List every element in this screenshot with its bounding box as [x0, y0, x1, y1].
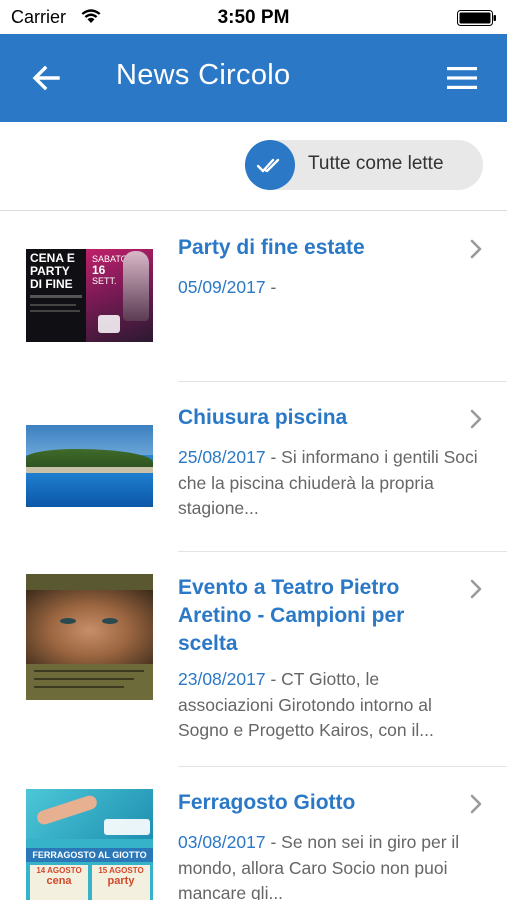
thumb-stripe [34, 670, 144, 672]
mark-all-read-label: Tutte come lette [308, 153, 444, 174]
thumb-party-box: 15 AGOSTO party [92, 865, 150, 900]
hamburger-menu-icon[interactable] [445, 64, 479, 92]
chevron-right-icon [470, 239, 482, 259]
status-bar: Carrier 3:50 PM [0, 0, 507, 34]
double-check-icon [257, 158, 280, 173]
news-summary: 25/08/2017 - Si informano i gentili Soci… [178, 445, 478, 522]
thumb-eye [60, 618, 76, 624]
news-separator: - [265, 669, 282, 689]
page-title: News Circolo [116, 59, 291, 91]
thumb-cena-box: 14 AGOSTO cena [30, 865, 88, 900]
news-date: 23/08/2017 [178, 669, 266, 689]
thumb-line-3: DI FINE [30, 277, 73, 291]
news-summary: 23/08/2017 - CT Giotto, le associazioni … [178, 667, 478, 744]
news-separator: - [265, 832, 282, 852]
mark-all-read-button[interactable]: Tutte come lette [245, 140, 483, 190]
mark-read-circle [245, 140, 295, 190]
thumb-stripe [30, 310, 80, 312]
news-separator: - [265, 277, 277, 297]
chevron-right-icon [470, 579, 482, 599]
news-summary: 03/08/2017 - Se non sei in giro per il m… [178, 830, 478, 900]
status-time: 3:50 PM [217, 7, 290, 28]
news-title: Party di fine estate [178, 236, 365, 259]
thumb-text: CENA E PARTY DI FINE [30, 252, 75, 291]
news-title: Evento a Teatro Pietro Aretino - Campion… [178, 576, 405, 655]
chevron-right-icon [470, 409, 482, 429]
news-title: Ferragosto Giotto [178, 791, 356, 814]
thumb-figure [123, 251, 149, 321]
back-arrow-icon[interactable] [30, 62, 62, 94]
navbar: News Circolo [0, 34, 507, 122]
thumb-face [26, 590, 153, 664]
news-summary: 05/09/2017 - [178, 275, 478, 301]
news-thumbnail-pool [26, 425, 153, 507]
battery-icon [457, 10, 496, 26]
news-item[interactable]: CENA E PARTY DI FINE SABATO 16 SETT. Par… [0, 212, 507, 382]
thumb-stripe [30, 304, 76, 306]
news-item[interactable]: FERRAGOSTO AL GIOTTO 14 AGOSTO cena 15 A… [0, 767, 507, 900]
thumb-water [26, 473, 153, 507]
news-separator: - [265, 447, 282, 467]
thumb-stripe [34, 678, 134, 680]
thumb-header [26, 574, 153, 590]
news-item[interactable]: Evento a Teatro Pietro Aretino - Campion… [0, 552, 507, 767]
news-item[interactable]: Chiusura piscina 25/08/2017 - Si informa… [0, 382, 507, 552]
toolbar-row: Tutte come lette [0, 122, 507, 211]
news-date: 03/08/2017 [178, 832, 266, 852]
thumb-right-event: party [107, 875, 135, 887]
news-date: 05/09/2017 [178, 277, 266, 297]
news-thumbnail-ferragosto: FERRAGOSTO AL GIOTTO 14 AGOSTO cena 15 A… [26, 789, 153, 900]
thumb-logo [104, 819, 150, 835]
thumb-banner: FERRAGOSTO AL GIOTTO [26, 848, 153, 862]
thumb-stripe [30, 295, 82, 298]
chevron-right-icon [470, 794, 482, 814]
news-thumbnail-party: CENA E PARTY DI FINE SABATO 16 SETT. [26, 249, 153, 342]
thumb-left-event: cena [46, 875, 72, 887]
thumb-stripe [34, 686, 124, 688]
news-date: 25/08/2017 [178, 447, 266, 467]
news-thumbnail-theater [26, 574, 153, 700]
thumb-eye [102, 618, 118, 624]
thumb-logo [98, 315, 120, 333]
news-title: Chiusura piscina [178, 406, 348, 429]
